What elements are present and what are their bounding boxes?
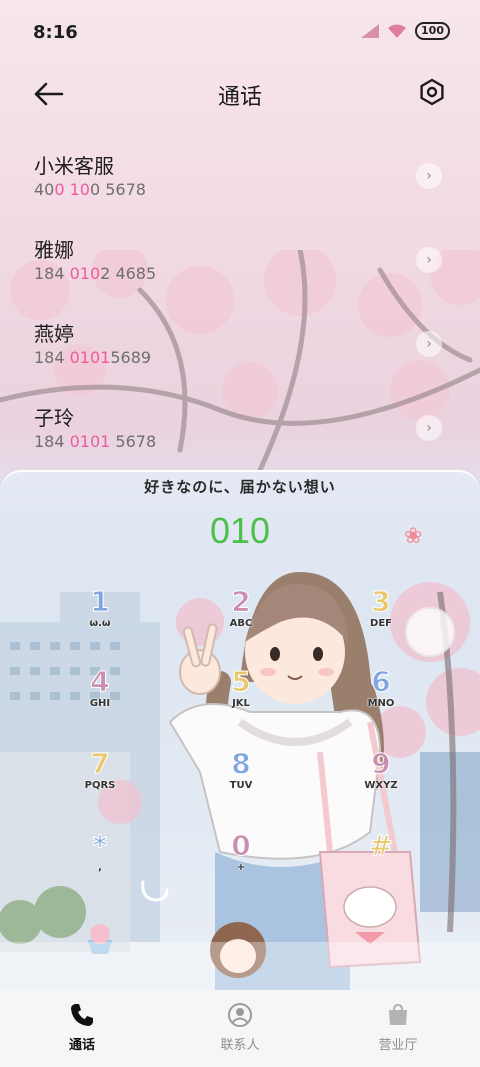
top-bar: 通话 xyxy=(0,64,480,124)
contact-row[interactable]: 雅娜 184 0102 4685 › xyxy=(0,224,480,308)
contact-name: 燕婷 xyxy=(34,322,74,346)
status-icons: 100 xyxy=(361,22,450,40)
signal-icon xyxy=(361,24,380,38)
keypad-key-7[interactable]: 7 PQRS xyxy=(70,747,130,808)
phone-icon xyxy=(71,1004,93,1026)
recent-contacts-list: 小米客服 400 100 5678 › 雅娜 184 0102 4685 › 燕… xyxy=(0,140,480,476)
contact-row[interactable]: 燕婷 184 01015689 › xyxy=(0,308,480,392)
chevron-right-icon[interactable]: › xyxy=(416,331,442,357)
paw-icon[interactable]: ❀ xyxy=(404,524,422,549)
chevron-right-icon[interactable]: › xyxy=(416,415,442,441)
status-bar: 8:16 100 xyxy=(0,0,480,64)
keypad-key-hash[interactable]: # xyxy=(351,829,411,890)
keypad-key-star[interactable]: *, xyxy=(70,829,130,890)
tab-service-hall[interactable]: 营业厅 xyxy=(343,1002,453,1053)
person-icon xyxy=(228,1003,252,1027)
contact-row[interactable]: 小米客服 400 100 5678 › xyxy=(0,140,480,224)
bag-icon xyxy=(389,1003,407,1025)
tab-label: 联系人 xyxy=(220,1038,260,1053)
page-title: 通话 xyxy=(217,85,262,110)
battery-indicator: 100 xyxy=(415,22,450,40)
tab-calls[interactable]: 通话 xyxy=(27,1002,137,1053)
slogan-text: 好きなのに、届かない想い xyxy=(144,478,336,496)
keypad-key-0[interactable]: 0 + xyxy=(211,829,271,890)
wifi-icon xyxy=(388,24,407,38)
contact-number: 184 01015689 xyxy=(34,348,152,367)
dialer-panel: 好きなのに、届かない想い 010 ❀ 1 ω.ω 2 ABC 3 DEF 4 GHI 5… xyxy=(0,470,480,992)
call-avatar-button[interactable] xyxy=(202,917,274,989)
chevron-right-icon[interactable]: › xyxy=(416,163,442,189)
keypad-key-3[interactable]: 3 DEF xyxy=(351,585,411,646)
delete-button[interactable] xyxy=(135,872,175,912)
contact-number: 400 100 5678 xyxy=(34,180,146,199)
tab-label: 营业厅 xyxy=(378,1038,418,1053)
contact-name: 雅娜 xyxy=(34,238,74,262)
swirl-delete-icon xyxy=(141,880,169,902)
contact-number: 184 0102 4685 xyxy=(34,264,157,283)
settings-gear-icon[interactable] xyxy=(418,78,446,106)
contact-row[interactable]: 子玲 184 0101 5678 › xyxy=(0,392,480,476)
contact-name: 子玲 xyxy=(34,406,74,430)
keypad-key-5[interactable]: 5 JKL xyxy=(211,665,271,726)
tab-contacts[interactable]: 联系人 xyxy=(185,1002,295,1053)
keypad-key-8[interactable]: 8 TUV xyxy=(211,747,271,808)
tab-label: 通话 xyxy=(68,1038,95,1053)
clock: 8:16 xyxy=(33,22,78,43)
keypad-key-2[interactable]: 2 ABC xyxy=(211,585,271,646)
keypad-key-4[interactable]: 4 GHI xyxy=(70,665,130,726)
bottom-tab-bar: 通话 联系人 营业厅 xyxy=(0,990,480,1067)
keypad-key-9[interactable]: 9 WXYZ xyxy=(351,747,411,808)
keypad-key-6[interactable]: 6 MNO xyxy=(351,665,411,726)
contact-number: 184 0101 5678 xyxy=(34,432,157,451)
contact-name: 小米客服 xyxy=(34,154,114,178)
chevron-right-icon[interactable]: › xyxy=(416,247,442,273)
keypad-key-1[interactable]: 1 ω.ω xyxy=(70,585,130,646)
